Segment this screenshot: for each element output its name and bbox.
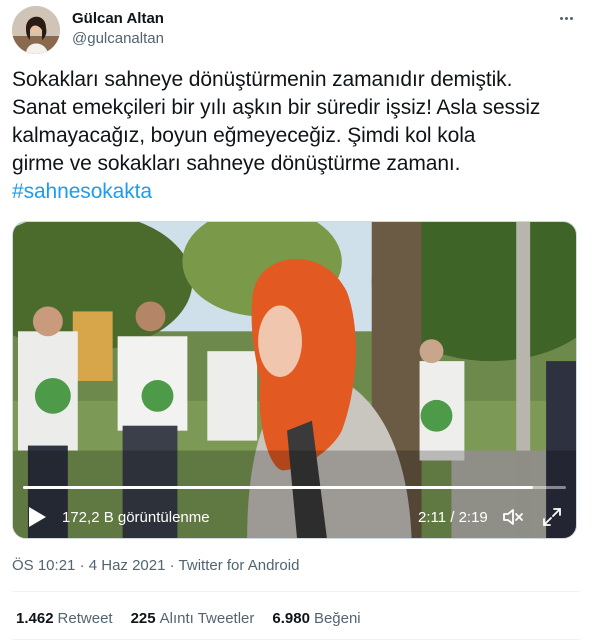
retweets-count: 1.462 xyxy=(16,610,54,627)
tweet-meta: ÖS 10:21 · 4 Haz 2021 · Twitter for Andr… xyxy=(12,557,299,574)
hashtag-link[interactable]: #sahnesokakta xyxy=(12,178,584,206)
retweets-stat[interactable]: 1.462 Retweet xyxy=(16,610,113,627)
tweet-stats: 1.462 Retweet 225 Alıntı Tweetler 6.980 Beğ… xyxy=(16,610,379,627)
more-icon[interactable] xyxy=(554,8,578,28)
retweets-label: Retweet xyxy=(57,610,113,627)
quotes-count: 225 xyxy=(130,610,156,627)
progress-bar[interactable] xyxy=(23,486,566,489)
play-icon[interactable] xyxy=(27,506,47,528)
video-frame xyxy=(13,222,576,538)
meta-separator: · xyxy=(169,557,179,574)
tweet-source[interactable]: Twitter for Android xyxy=(179,557,300,574)
progress-fill xyxy=(23,486,534,489)
volume-icon[interactable] xyxy=(501,505,525,529)
tweet-date[interactable]: 4 Haz 2021 xyxy=(89,557,166,574)
likes-label: Beğeni xyxy=(313,610,361,627)
tweet-text: Sokakları sahneye dönüştürmenin zamanıdı… xyxy=(12,66,584,206)
user-handle[interactable]: @gulcanaltan xyxy=(72,30,164,47)
divider xyxy=(12,591,580,592)
likes-count: 6.980 xyxy=(272,610,310,627)
tweet-line: Sanat emekçileri bir yılı aşkın bir süre… xyxy=(12,96,541,119)
tweet-line: girme ve sokakları sahneye dönüştürme za… xyxy=(12,152,461,175)
tweet-line: Sokakları sahneye dönüştürmenin zamanıdı… xyxy=(12,68,513,91)
avatar[interactable] xyxy=(12,6,60,54)
quotes-stat[interactable]: 225 Alıntı Tweetler xyxy=(131,610,255,627)
view-count: 172,2 B görüntülenme xyxy=(62,509,210,526)
tweet-header: Gülcan Altan @gulcanaltan xyxy=(12,6,580,56)
tweet-time[interactable]: ÖS 10:21 xyxy=(12,557,75,574)
fullscreen-icon[interactable] xyxy=(541,506,563,528)
video-time: 2:11 / 2:19 xyxy=(418,509,488,526)
display-name[interactable]: Gülcan Altan xyxy=(72,10,164,27)
likes-stat[interactable]: 6.980 Beğeni xyxy=(272,610,360,627)
tweet-line: kalmayacağız, boyun eğmeyeceğiz. Şimdi k… xyxy=(12,124,476,147)
video-player[interactable]: 172,2 B görüntülenme 2:11 / 2:19 xyxy=(12,221,577,539)
quotes-label: Alıntı Tweetler xyxy=(159,610,255,627)
meta-separator: · xyxy=(79,557,89,574)
